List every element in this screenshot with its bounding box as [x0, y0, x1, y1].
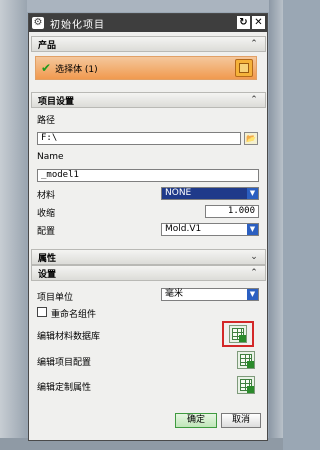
project-units-dropdown-value: 毫米	[165, 289, 184, 299]
project-units-label: 项目单位	[37, 293, 74, 303]
section-attributes-label: 属性	[38, 253, 57, 264]
background-top	[0, 0, 283, 12]
rollup-button[interactable]: ↻	[237, 16, 250, 29]
section-project-settings-label: 项目设置	[38, 96, 75, 107]
path-input[interactable]: F:\	[37, 132, 241, 145]
material-dropdown-value: NONE	[165, 188, 192, 198]
section-settings-label: 设置	[38, 269, 57, 280]
edit-project-config-label: 编辑项目配置	[37, 358, 92, 368]
material-label: 材料	[37, 191, 56, 201]
dialog-titlebar[interactable]: ⚙ 初始化项目 ↻ ✕	[29, 14, 267, 32]
gear-icon: ⚙	[32, 17, 44, 29]
edit-material-db-button[interactable]	[229, 325, 247, 343]
shrink-input[interactable]: 1.000	[205, 205, 259, 218]
ok-button[interactable]: 确定	[175, 413, 217, 428]
rename-components-label: 重命名组件	[51, 310, 97, 320]
init-project-dialog: ⚙ 初始化项目 ↻ ✕ 产品 ⌃ ✔ 选择体 (1) 项目设置 ⌃ 路径 F:\…	[28, 13, 268, 441]
edit-custom-attr-label: 编辑定制属性	[37, 383, 92, 393]
dialog-title: 初始化项目	[50, 19, 105, 31]
check-icon: ✔	[41, 61, 52, 75]
chevron-up-icon: ⌃	[250, 268, 258, 278]
close-button[interactable]: ✕	[252, 16, 265, 29]
section-settings-header[interactable]: 设置 ⌃	[31, 265, 266, 281]
select-body-label: 选择体 (1)	[55, 64, 98, 75]
edit-project-config-button[interactable]	[237, 351, 255, 369]
name-input[interactable]: _model1	[37, 169, 259, 182]
chevron-up-icon: ⌃	[250, 95, 258, 105]
chevron-down-icon: ▼	[247, 289, 258, 300]
config-dropdown-value: Mold.V1	[165, 224, 202, 234]
chevron-up-icon: ⌃	[250, 39, 258, 49]
path-label: 路径	[37, 116, 56, 126]
edit-material-db-label: 编辑材料数据库	[37, 332, 101, 342]
chevron-down-icon: ▼	[247, 188, 258, 199]
section-project-settings-header[interactable]: 项目设置 ⌃	[31, 92, 266, 108]
section-product-label: 产品	[38, 40, 57, 51]
folder-browse-button[interactable]: 📂	[244, 132, 258, 145]
edit-custom-attr-button[interactable]	[237, 376, 255, 394]
edit-pen-icon	[239, 335, 246, 342]
project-units-dropdown[interactable]: 毫米 ▼	[161, 288, 259, 301]
rename-components-checkbox[interactable]	[37, 307, 47, 317]
background-left	[0, 0, 27, 450]
background-right	[269, 0, 283, 450]
name-label: Name	[37, 152, 64, 162]
config-dropdown[interactable]: Mold.V1 ▼	[161, 223, 259, 236]
edit-pen-icon	[247, 361, 254, 368]
cancel-button[interactable]: 取消	[221, 413, 261, 428]
section-attributes-header[interactable]: 属性 ⌄	[31, 249, 266, 265]
select-body-row[interactable]: ✔ 选择体 (1)	[35, 56, 257, 80]
section-product-header[interactable]: 产品 ⌃	[31, 36, 266, 52]
chevron-down-icon: ⌄	[250, 252, 258, 262]
select-body-cube-button[interactable]	[235, 59, 253, 77]
edit-pen-icon	[247, 386, 254, 393]
material-dropdown[interactable]: NONE ▼	[161, 187, 259, 200]
config-label: 配置	[37, 227, 56, 237]
shrink-label: 收缩	[37, 209, 56, 219]
chevron-down-icon: ▼	[247, 224, 258, 235]
